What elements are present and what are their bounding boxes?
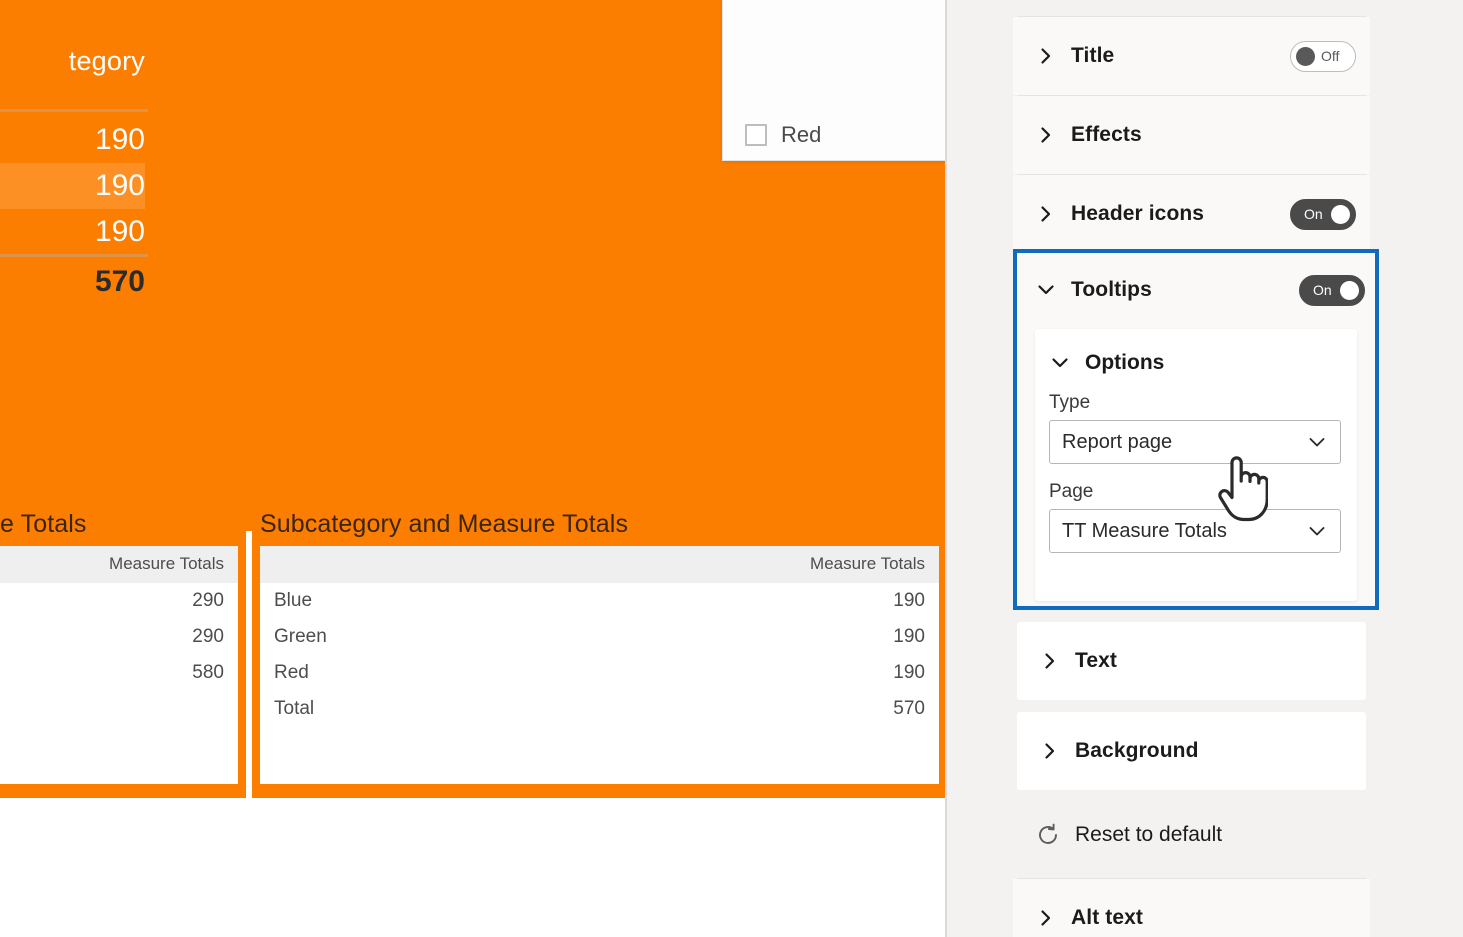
row-label: Green xyxy=(274,626,327,647)
reset-arrow-icon xyxy=(1035,822,1061,848)
checkbox-icon[interactable] xyxy=(745,124,767,146)
section-effects-label: Effects xyxy=(1071,123,1142,146)
chevron-right-icon xyxy=(1039,650,1061,672)
toggle-title[interactable]: Off xyxy=(1290,40,1356,72)
toggle-header-icons[interactable]: On xyxy=(1290,198,1356,230)
tooltip-row-selected: 190 xyxy=(0,163,145,209)
format-card-effects: Effects xyxy=(1013,96,1370,174)
row-value: 570 xyxy=(893,698,925,719)
section-text-label: Text xyxy=(1075,649,1118,672)
format-card-tooltips-selected[interactable]: Tooltips On Options Type Report page Pag… xyxy=(1013,249,1379,610)
format-card-background: Background xyxy=(1017,712,1366,790)
chevron-right-icon xyxy=(1035,907,1057,929)
row-label: Red xyxy=(274,662,309,683)
tooltip-row: 190 xyxy=(94,123,145,156)
section-title[interactable]: Title Off xyxy=(1013,17,1370,95)
row-value: 290 xyxy=(192,590,224,611)
format-card-title: Title Off xyxy=(1013,17,1370,95)
slicer-visual: Red xyxy=(722,0,947,161)
row-value: 580 xyxy=(192,662,224,683)
chevron-down-icon xyxy=(1306,431,1328,453)
table-row-total: Total 570 xyxy=(260,691,939,727)
dropdown-tooltip-type[interactable]: Report page xyxy=(1049,420,1341,464)
format-card-text: Text xyxy=(1017,622,1366,700)
section-header-icons[interactable]: Header icons On xyxy=(1013,175,1370,253)
chevron-right-icon xyxy=(1039,740,1061,762)
table-row: 580 xyxy=(0,655,238,691)
slicer-item-label: Red xyxy=(781,122,822,147)
subsection-options-label: Options xyxy=(1085,351,1165,374)
visual-subcategory-measure-totals[interactable]: Subcategory and Measure Totals Measure T… xyxy=(252,500,947,798)
chevron-right-icon xyxy=(1035,203,1057,225)
tooltip-total-value: 570 xyxy=(94,265,145,298)
column-header-measure-totals: Measure Totals xyxy=(0,546,238,583)
visual-title: Subcategory and Measure Totals xyxy=(260,510,629,538)
chevron-down-icon xyxy=(1035,279,1057,301)
section-text[interactable]: Text xyxy=(1017,622,1366,700)
toggle-label: On xyxy=(1313,282,1332,298)
row-value: 190 xyxy=(893,590,925,611)
tooltip-row: 190 xyxy=(94,215,145,248)
row-value: 190 xyxy=(893,662,925,683)
visual-table-container: Measure Totals 290 290 580 xyxy=(0,546,238,784)
tooltip-header-rule xyxy=(0,109,148,112)
section-background-label: Background xyxy=(1075,739,1199,762)
tooltips-options-card: Options Type Report page Page TT Measure… xyxy=(1035,329,1357,601)
table-header-row: Measure Totals xyxy=(0,546,238,583)
toggle-knob xyxy=(1340,280,1359,300)
app-root: tegory 190 190 190 570 Red e Totals Meas… xyxy=(0,0,1463,937)
table-row: Blue 190 xyxy=(260,583,939,619)
chevron-right-icon xyxy=(1035,45,1057,67)
field-label-page: Page xyxy=(1049,481,1094,502)
toggle-tooltips[interactable]: On xyxy=(1299,274,1365,306)
chevron-down-icon xyxy=(1306,520,1328,542)
toggle-label: Off xyxy=(1321,48,1340,64)
toggle-label: On xyxy=(1304,206,1323,222)
tooltip-total-rule xyxy=(0,254,148,257)
section-tooltips-label: Tooltips xyxy=(1071,278,1152,301)
section-title-label: Title xyxy=(1071,44,1115,67)
report-canvas: tegory 190 190 190 570 Red e Totals Meas… xyxy=(0,0,947,937)
section-effects[interactable]: Effects xyxy=(1013,96,1370,174)
table-row: Green 190 xyxy=(260,619,939,655)
column-header-label xyxy=(260,546,506,583)
section-header-icons-label: Header icons xyxy=(1071,202,1205,225)
visual-measure-totals[interactable]: e Totals Measure Totals 290 290 580 xyxy=(0,500,246,798)
dropdown-tooltip-type-value: Report page xyxy=(1062,430,1173,453)
tooltip-column-header: tegory xyxy=(68,46,145,76)
reset-to-default-button[interactable]: Reset to default xyxy=(1013,804,1370,866)
section-alt-text[interactable]: Alt text xyxy=(1013,879,1370,937)
row-value: 290 xyxy=(192,626,224,647)
format-card-header-icons: Header icons On xyxy=(1013,175,1370,253)
field-label-type: Type xyxy=(1049,392,1091,413)
visual-table-container: Measure Totals Blue 190 Green 190 Red 19… xyxy=(260,546,939,784)
table-row: 290 xyxy=(0,619,238,655)
dropdown-tooltip-page[interactable]: TT Measure Totals xyxy=(1049,509,1341,553)
chevron-right-icon xyxy=(1035,124,1057,146)
section-background[interactable]: Background xyxy=(1017,712,1366,790)
format-card-alt-text: Alt text xyxy=(1013,879,1370,937)
row-label: Blue xyxy=(274,590,313,611)
subcategory-totals-table: Measure Totals Blue 190 Green 190 Red 19… xyxy=(260,546,939,727)
visual-title: e Totals xyxy=(0,510,87,538)
table-row: 290 xyxy=(0,583,238,619)
toggle-knob xyxy=(1296,46,1315,66)
chevron-down-icon xyxy=(1049,352,1071,374)
table-row: Red 190 xyxy=(260,655,939,691)
measure-totals-table: Measure Totals 290 290 580 xyxy=(0,546,238,691)
dropdown-tooltip-page-value: TT Measure Totals xyxy=(1062,519,1227,542)
slicer-item-red[interactable]: Red xyxy=(745,122,821,148)
reset-to-default-label: Reset to default xyxy=(1075,823,1223,846)
subsection-options[interactable]: Options xyxy=(1035,329,1357,375)
row-value: 190 xyxy=(893,626,925,647)
section-tooltips[interactable]: Tooltips On xyxy=(1017,253,1375,327)
column-header-measure-totals: Measure Totals xyxy=(505,546,939,583)
row-label: Total xyxy=(274,698,315,719)
table-header-row: Measure Totals xyxy=(260,546,939,583)
section-alt-text-label: Alt text xyxy=(1071,906,1143,929)
toggle-knob xyxy=(1331,204,1350,224)
